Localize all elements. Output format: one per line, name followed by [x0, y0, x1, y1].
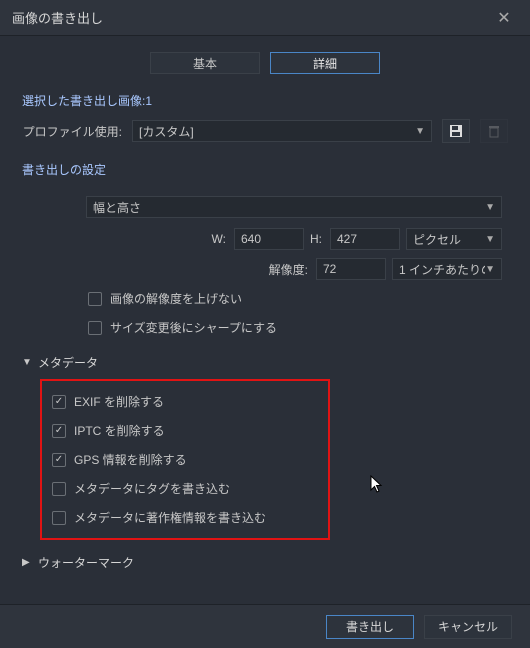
resolution-label: 解像度:: [28, 261, 310, 278]
profile-row: プロファイル使用: [カスタム] ▼: [0, 113, 530, 149]
width-input[interactable]: [234, 228, 304, 250]
dimension-mode-select[interactable]: 幅と高さ ▼: [86, 196, 502, 218]
selected-images-header: 選択した書き出し画像:1: [0, 88, 530, 113]
resolution-unit-select[interactable]: 1 インチあたりのピクセ ▼: [392, 258, 502, 280]
resolution-row: 解像度: 1 インチあたりのピクセ ▼: [28, 254, 502, 284]
exif-check[interactable]: EXIF を削除する: [48, 387, 322, 416]
no-upscale-check[interactable]: 画像の解像度を上げない: [28, 284, 502, 313]
triangle-down-icon: ▼: [22, 357, 32, 368]
iptc-check[interactable]: IPTC を削除する: [48, 416, 322, 445]
tab-advanced[interactable]: 詳細: [270, 52, 380, 74]
chevron-down-icon: ▼: [485, 202, 495, 213]
delete-profile-button[interactable]: [480, 119, 508, 143]
width-height-row: W: H: ピクセル ▼: [28, 224, 502, 254]
checkbox-icon: [52, 482, 66, 496]
copyright-check[interactable]: メタデータに著作権情報を書き込む: [48, 503, 322, 532]
chevron-down-icon: ▼: [485, 264, 495, 275]
export-settings-header: 書き出しの設定: [0, 157, 530, 182]
chevron-down-icon: ▼: [485, 234, 495, 245]
trash-icon: [487, 124, 501, 138]
tags-check[interactable]: メタデータにタグを書き込む: [48, 474, 322, 503]
titlebar: 画像の書き出し ✕: [0, 0, 530, 36]
close-icon[interactable]: ✕: [490, 8, 518, 28]
sharpen-check[interactable]: サイズ変更後にシャープにする: [28, 313, 502, 342]
checkbox-icon: [88, 321, 102, 335]
tabs: 基本 詳細: [0, 36, 530, 88]
checkbox-icon: [52, 424, 66, 438]
watermark-section-header[interactable]: ▶ ウォーターマーク: [0, 548, 530, 577]
metadata-options: EXIF を削除する IPTC を削除する GPS 情報を削除する メタデータに…: [40, 379, 330, 540]
width-label: W:: [28, 232, 228, 246]
floppy-icon: [449, 124, 463, 138]
metadata-section-header[interactable]: ▼ メタデータ: [0, 348, 530, 377]
height-label: H:: [310, 232, 324, 246]
dialog-title: 画像の書き出し: [12, 8, 490, 27]
profile-select[interactable]: [カスタム] ▼: [132, 120, 432, 142]
triangle-right-icon: ▶: [22, 557, 32, 568]
mouse-cursor-icon: [370, 475, 386, 495]
checkbox-icon: [88, 292, 102, 306]
chevron-down-icon: ▼: [415, 126, 425, 137]
tab-basic[interactable]: 基本: [150, 52, 260, 74]
resolution-input[interactable]: [316, 258, 386, 280]
gps-check[interactable]: GPS 情報を削除する: [48, 445, 322, 474]
dialog-footer: 書き出し キャンセル: [0, 604, 530, 648]
height-input[interactable]: [330, 228, 400, 250]
dimension-panel: 幅と高さ ▼ W: H: ピクセル ▼ 解像度: 1 インチあたりのピクセ ▼ …: [22, 188, 508, 348]
profile-label: プロファイル使用:: [22, 123, 122, 140]
cancel-button[interactable]: キャンセル: [424, 615, 512, 639]
unit-select[interactable]: ピクセル ▼: [406, 228, 502, 250]
export-button[interactable]: 書き出し: [326, 615, 414, 639]
checkbox-icon: [52, 511, 66, 525]
save-profile-button[interactable]: [442, 119, 470, 143]
checkbox-icon: [52, 395, 66, 409]
checkbox-icon: [52, 453, 66, 467]
